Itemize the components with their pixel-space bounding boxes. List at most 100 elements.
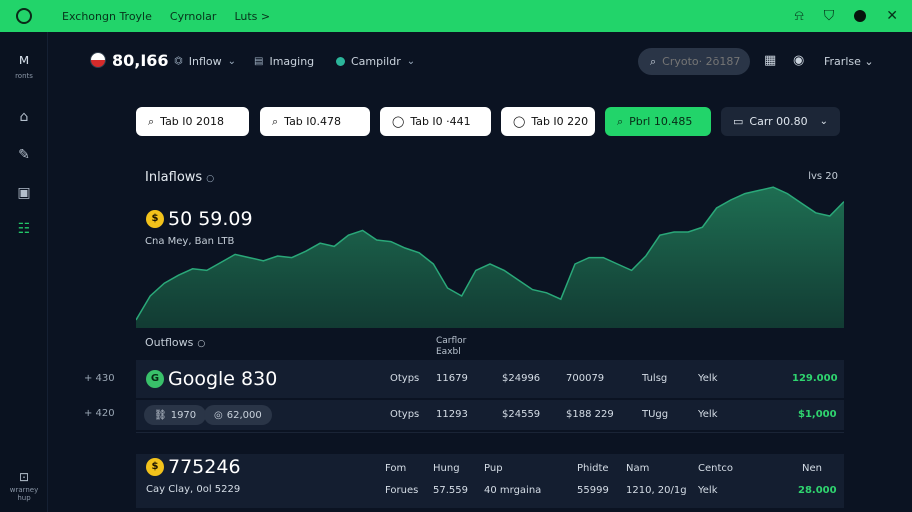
edit-icon[interactable]: ✎ bbox=[14, 146, 34, 164]
table-cell: 700079 bbox=[566, 373, 605, 384]
currency-flag-icon bbox=[90, 52, 106, 68]
summary-title: 775246 bbox=[168, 456, 241, 478]
sidebar-logo-caption: ronts bbox=[15, 72, 33, 80]
row-chip[interactable]: ◎ 62,000 bbox=[204, 405, 272, 425]
summary-header: Centco bbox=[698, 463, 734, 474]
top-nav: Exchongn Troyle Cyrnolar Luts > bbox=[62, 10, 270, 23]
table-cell: 11679 bbox=[436, 373, 468, 384]
coin-icon: ◎ bbox=[214, 409, 223, 421]
shield-icon[interactable]: ⛉ bbox=[824, 8, 835, 24]
help-icon: ⊡ bbox=[18, 470, 30, 484]
search-box[interactable]: ⌕ bbox=[638, 48, 750, 75]
inflow-chart bbox=[136, 186, 844, 328]
table-cell: Yelk bbox=[698, 409, 718, 420]
table-cell: TUgg bbox=[642, 409, 669, 420]
summary-header: Phidte bbox=[577, 463, 609, 474]
filter-pill-4[interactable]: ◯ Tab I0 220 bbox=[501, 107, 595, 136]
sidebar-bottom[interactable]: ⊡ wrarney hup bbox=[4, 470, 44, 502]
app-logo-icon[interactable] bbox=[16, 8, 32, 24]
filter-pill-active[interactable]: ⌕ Pbrl 10.485 bbox=[605, 107, 711, 136]
menu-inflow[interactable]: ⏣ Inflow ⌄ bbox=[174, 55, 236, 68]
chevron-down-icon: ⌄ bbox=[819, 116, 828, 127]
summary-header: Nam bbox=[626, 463, 650, 474]
top-right-icons: ⍾ ⛉ ✕ bbox=[794, 0, 912, 32]
row-side-number: + 430 bbox=[84, 373, 115, 384]
filter-pill-2[interactable]: ⌕ Tab I0.478 bbox=[260, 107, 370, 136]
divider bbox=[136, 432, 844, 433]
sidebar: ᴍ ronts ⌂ ✎ ▣ ☷ ⊡ wrarney hup bbox=[0, 32, 48, 512]
settings-icon[interactable]: ◉ bbox=[793, 53, 804, 68]
table-cell: 11293 bbox=[436, 409, 468, 420]
document-icon: ▤ bbox=[254, 56, 264, 67]
top-nav-item-exchange[interactable]: Exchongn Troyle bbox=[62, 10, 152, 23]
summary-subtitle: Cay Clay, 0ol 5229 bbox=[146, 484, 241, 495]
search-icon: ⌕ bbox=[650, 54, 657, 68]
profile-dot-icon[interactable] bbox=[854, 10, 867, 22]
search-icon: ⌕ bbox=[617, 114, 624, 128]
summary-value-amount: 28.000 bbox=[798, 485, 837, 496]
table-cell-amount: $1,000 bbox=[798, 409, 837, 420]
summary-value: 57.559 bbox=[433, 485, 468, 496]
coin-icon: ◯ bbox=[513, 115, 526, 128]
currency-dropdown[interactable]: ▭ Carr 00.80 ⌄ bbox=[721, 107, 840, 136]
chart-value: 50 59.09 bbox=[168, 208, 253, 230]
summary-header: Hung bbox=[433, 463, 460, 474]
list-icon[interactable]: ☷ bbox=[14, 220, 34, 238]
table-cell-amount: 129.000 bbox=[792, 373, 838, 384]
coin-icon: $ bbox=[146, 458, 164, 476]
table-cell: Otyps bbox=[390, 373, 420, 384]
summary-value: Yelk bbox=[698, 485, 718, 496]
close-icon[interactable]: ✕ bbox=[886, 8, 898, 24]
table-cell: Yelk bbox=[698, 373, 718, 384]
row-title: Google 830 bbox=[168, 368, 278, 390]
table-cell: $188 229 bbox=[566, 409, 614, 420]
sidebar-logo-icon[interactable]: ᴍ bbox=[12, 52, 36, 68]
account-balance: 80,I66 bbox=[112, 51, 169, 70]
sidebar-bottom-caption: wrarney hup bbox=[9, 486, 39, 502]
table-cell: $24996 bbox=[502, 373, 541, 384]
summary-value: Forues bbox=[385, 485, 419, 496]
top-bar: Exchongn Troyle Cyrnolar Luts > ⍾ ⛉ ✕ bbox=[0, 0, 912, 32]
top-nav-item-cyrnolar[interactable]: Cyrnolar bbox=[170, 10, 217, 23]
lock-icon: ⏣ bbox=[174, 56, 183, 67]
header: 80,I66 ⏣ Inflow ⌄ ▤ Imaging Campildr ⌄ ⌕… bbox=[48, 40, 912, 84]
wallet-icon: ▭ bbox=[733, 115, 744, 128]
search-icon: ⌕ bbox=[148, 114, 155, 128]
chevron-down-icon: ⌄ bbox=[406, 56, 416, 67]
coin-icon: ◯ bbox=[392, 115, 405, 128]
row-chip[interactable]: ⛓ 1970 bbox=[144, 405, 207, 425]
info-icon[interactable]: ○ bbox=[197, 339, 205, 349]
link-icon: ⛓ bbox=[154, 409, 167, 421]
google-coin-icon: G bbox=[146, 370, 164, 388]
status-dot-icon bbox=[336, 57, 345, 66]
filter-pill-3[interactable]: ◯ Tab I0 ·441 bbox=[380, 107, 491, 136]
summary-header: Fom bbox=[385, 463, 407, 474]
bag-icon[interactable]: ▣ bbox=[14, 184, 34, 202]
summary-header: Pup bbox=[484, 463, 503, 474]
search-input[interactable] bbox=[662, 55, 741, 68]
summary-value: 1210, 20/1g bbox=[626, 485, 687, 496]
summary-value: 40 mrgaina bbox=[484, 485, 542, 496]
user-menu[interactable]: Frarlse ⌄ bbox=[824, 55, 874, 68]
row-side-number: + 420 bbox=[84, 408, 115, 419]
summary-value: 55999 bbox=[577, 485, 609, 496]
grid-icon[interactable]: ▦ bbox=[764, 53, 776, 68]
table-row[interactable]: G Google 830 Otyps 11679 $24996 700079 T… bbox=[136, 360, 844, 398]
top-nav-item-luts[interactable]: Luts > bbox=[234, 10, 270, 23]
table-cell: Tulsg bbox=[642, 373, 668, 384]
coin-icon: $ bbox=[146, 210, 164, 228]
table-cell: $24559 bbox=[502, 409, 541, 420]
table-row[interactable]: ⛓ 1970 ◎ 62,000 Otyps 11293 $24559 $188 22… bbox=[136, 400, 844, 430]
menu-imaging[interactable]: ▤ Imaging bbox=[254, 55, 314, 68]
table-cell: Otyps bbox=[390, 409, 420, 420]
bell-icon[interactable]: ⍾ bbox=[794, 8, 803, 24]
filter-pill-1[interactable]: ⌕ Tab I0 2018 bbox=[136, 107, 249, 136]
chevron-down-icon: ⌄ bbox=[227, 56, 236, 67]
column-header: Carflor Eaxbl bbox=[436, 336, 467, 357]
menu-campildr[interactable]: Campildr ⌄ bbox=[336, 55, 415, 68]
home-icon[interactable]: ⌂ bbox=[14, 108, 34, 126]
chart-subtitle: Cna Mey, Ban LTB bbox=[145, 236, 235, 247]
summary-row[interactable]: $ 775246 Cay Clay, 0ol 5229 Fom Hung Pup… bbox=[136, 454, 844, 508]
outflows-title: Outflows ○ bbox=[145, 336, 206, 349]
search-icon: ⌕ bbox=[272, 114, 279, 128]
